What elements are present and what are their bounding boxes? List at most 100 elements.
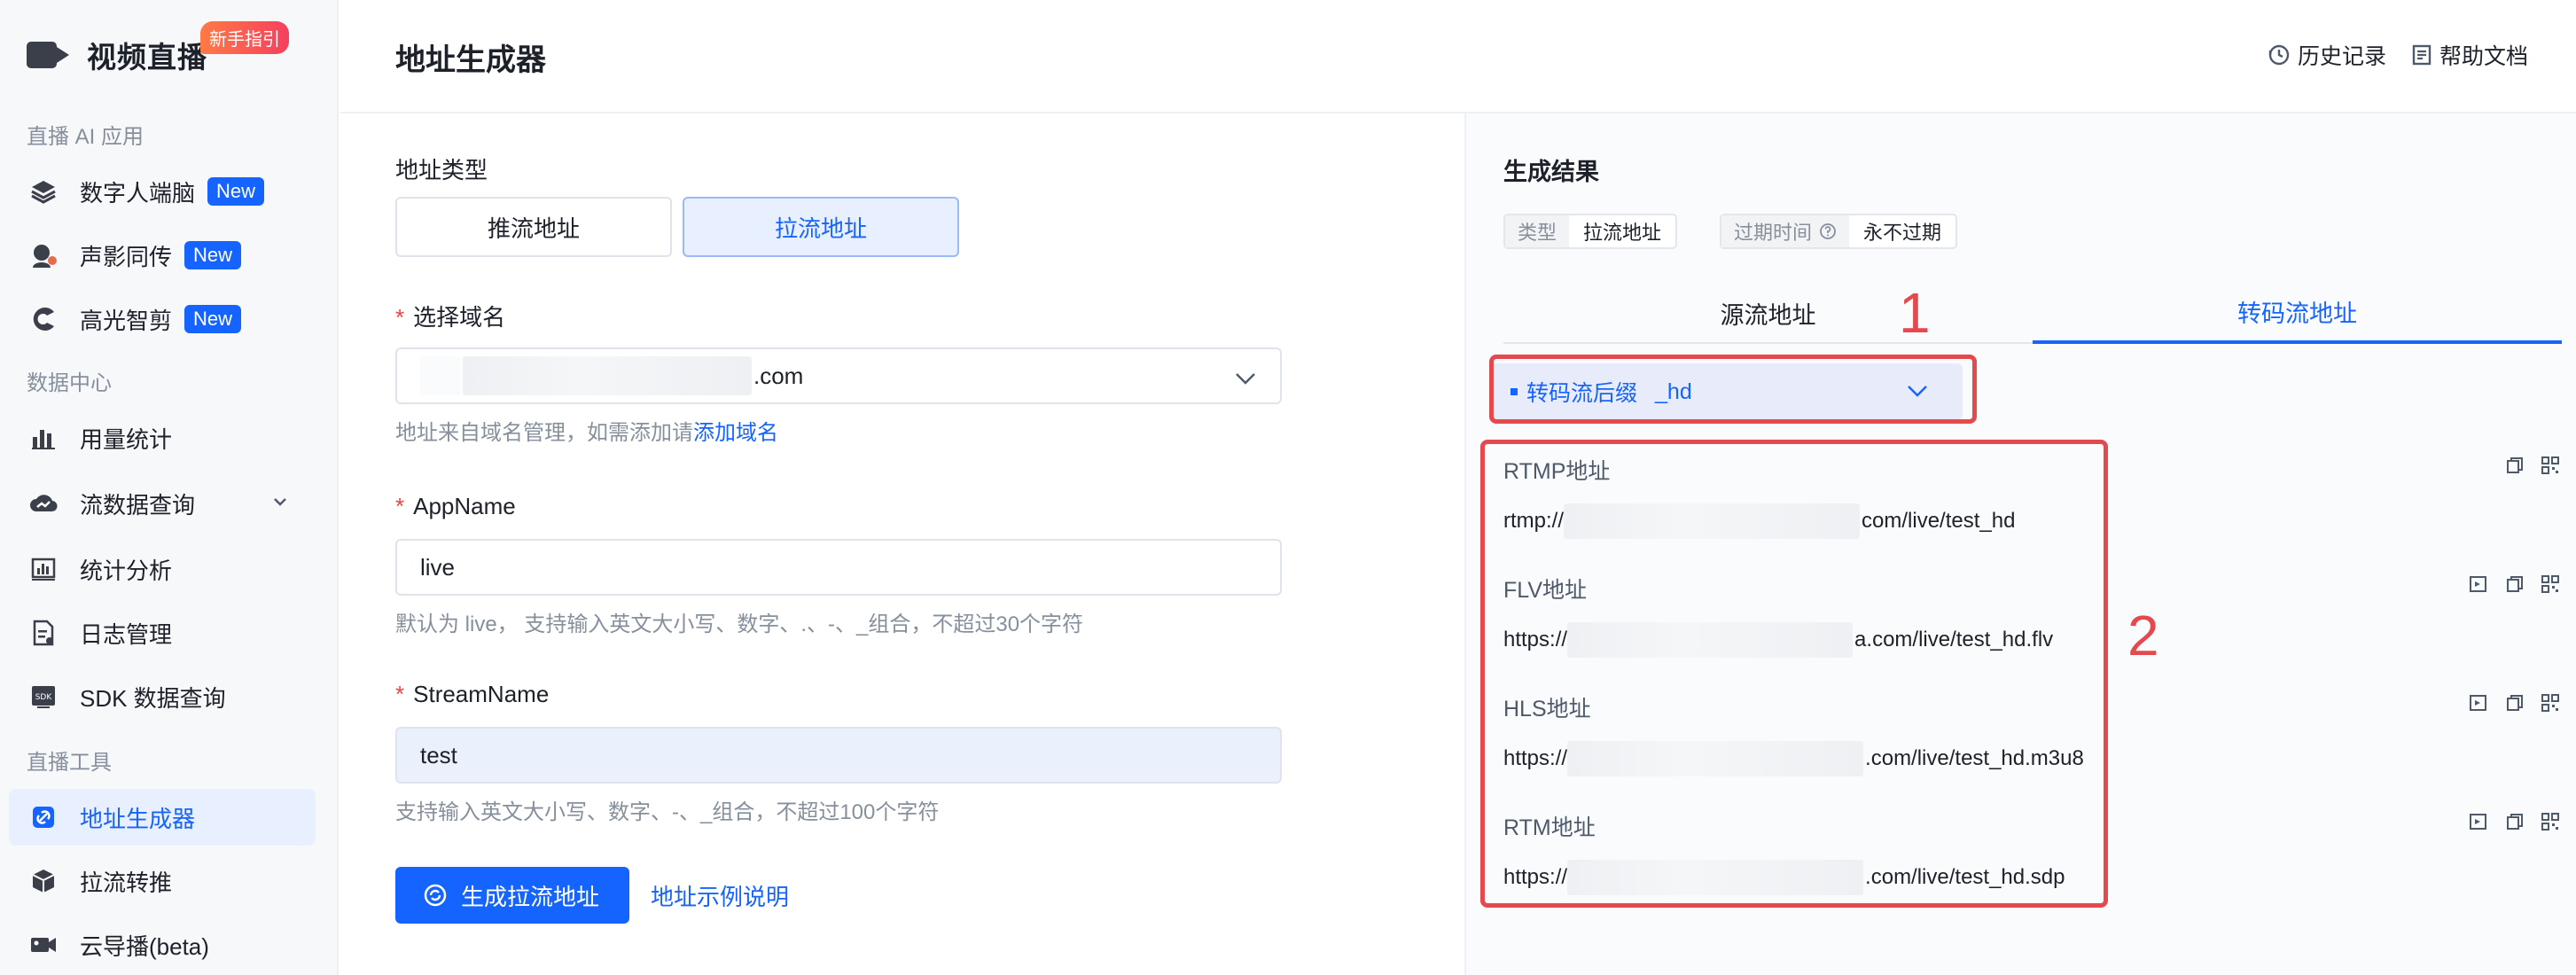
highlight-clip-icon (28, 304, 59, 334)
copy-icon[interactable] (2503, 810, 2526, 833)
required-mark: * (395, 681, 405, 707)
sidebar-item-stream-data[interactable]: 流数据查询 (9, 475, 316, 532)
sidebar-item-label: 数字人端脑 (80, 179, 196, 207)
address-example-link[interactable]: 地址示例说明 (651, 879, 789, 912)
brand[interactable]: 视频直播 (27, 34, 207, 76)
new-badge: New (184, 241, 242, 269)
play-icon[interactable] (2468, 573, 2491, 596)
sidebar-item-sdk-query[interactable]: SDK SDK 数据查询 (9, 668, 316, 725)
streamname-label-text: StreamName (413, 681, 550, 707)
chevron-down-icon (1234, 367, 1257, 394)
domain-label-text: 选择域名 (413, 304, 506, 331)
sidebar-item-voice-translate[interactable]: 声影同传 New (9, 227, 316, 284)
domain-select[interactable]: .com (395, 347, 1282, 404)
expire-tag: 过期时间 永不过期 (1720, 214, 1958, 249)
voice-avatar-icon (28, 240, 59, 270)
section-live-tools: 直播工具 (27, 751, 112, 775)
sidebar-item-address-generator[interactable]: 地址生成器 (9, 789, 316, 846)
sidebar-item-label: 用量统计 (80, 425, 173, 453)
required-mark: * (395, 493, 405, 519)
sidebar-item-label: 拉流转推 (80, 869, 173, 896)
url-actions (2503, 454, 2562, 477)
pull-address-option[interactable]: 拉流地址 (683, 197, 959, 257)
question-circle-icon[interactable] (1819, 222, 1837, 240)
copy-icon[interactable] (2503, 573, 2526, 596)
required-mark: * (395, 304, 405, 331)
url-actions (2468, 691, 2562, 714)
type-value: 拉流地址 (1583, 222, 1662, 244)
page-title: 地址生成器 (395, 43, 546, 77)
streamname-hint: 支持输入英文大小写、数字、-、_组合，不超过100个字符 (395, 800, 940, 824)
beginner-guide-badge[interactable]: 新手指引 (200, 21, 289, 54)
domain-suffix: .com (753, 362, 804, 389)
sidebar-item-cloud-director[interactable]: 云导播(beta) (9, 916, 316, 973)
cloud-data-icon (28, 488, 59, 519)
annotation-box-1 (1489, 355, 1977, 424)
tab-source-stream[interactable]: 源流地址 (1503, 282, 2033, 344)
appname-input[interactable]: live (395, 539, 1282, 596)
play-icon[interactable] (2468, 691, 2491, 714)
document-icon (2412, 44, 2432, 66)
streamname-input[interactable]: test (395, 727, 1282, 784)
appname-label: * AppName (395, 493, 516, 520)
sidebar-item-usage-stats[interactable]: 用量统计 (9, 410, 316, 466)
expire-value: 永不过期 (1863, 222, 1942, 244)
sidebar-item-label: 云导播(beta) (80, 932, 209, 960)
add-domain-link[interactable]: 添加域名 (693, 421, 778, 445)
history-clock-icon (2268, 44, 2290, 66)
svg-text:SDK: SDK (35, 693, 53, 702)
result-title: 生成结果 (1503, 159, 1599, 185)
domain-hint: 地址来自域名管理，如需添加请添加域名 (395, 421, 778, 445)
refresh-icon (424, 884, 447, 907)
chevron-down-icon[interactable] (271, 493, 289, 515)
help-docs-link[interactable]: 帮助文档 (2411, 39, 2528, 71)
section-ai-apps: 直播 AI 应用 (27, 125, 144, 149)
director-camera-icon (28, 930, 59, 960)
appname-label-text: AppName (413, 493, 516, 519)
play-icon[interactable] (2468, 810, 2491, 833)
sidebar-item-log-management[interactable]: 日志管理 (9, 604, 316, 661)
annotation-number-1: 1 (1899, 281, 1931, 345)
type-tag: 类型 拉流地址 (1503, 214, 1678, 249)
sidebar-item-label: SDK 数据查询 (80, 684, 226, 712)
sidebar-item-digital-human[interactable]: 数字人端脑 New (9, 163, 316, 220)
appname-hint: 默认为 live， 支持输入英文大小写、数字、.、-、_组合，不超过30个字符 (395, 612, 1084, 636)
sidebar-item-label: 日志管理 (80, 620, 173, 648)
annotation-number-2: 2 (2127, 604, 2159, 667)
layers-icon (28, 176, 59, 207)
result-tabs: 源流地址 转码流地址 (1503, 282, 2562, 344)
expire-key: 过期时间 (1721, 215, 1850, 247)
link-icon (28, 802, 59, 832)
history-link[interactable]: 历史记录 (2268, 39, 2386, 71)
sidebar-item-label: 高光智剪 (80, 307, 173, 334)
sidebar-item-pull-relay[interactable]: 拉流转推 (9, 853, 316, 909)
annotation-box-2 (1480, 440, 2108, 908)
qrcode-icon[interactable] (2539, 691, 2562, 714)
sidebar-item-label: 声影同传 (80, 243, 173, 270)
type-key: 类型 (1505, 215, 1570, 247)
sidebar-item-stat-analysis[interactable]: 统计分析 (9, 541, 316, 597)
qrcode-icon[interactable] (2539, 573, 2562, 596)
new-badge: New (184, 305, 242, 333)
qrcode-icon[interactable] (2539, 454, 2562, 477)
push-address-option[interactable]: 推流地址 (395, 197, 672, 257)
redacted-domain (463, 356, 752, 395)
streamname-label: * StreamName (395, 681, 549, 708)
copy-icon[interactable] (2503, 691, 2526, 714)
sidebar-item-label: 流数据查询 (80, 491, 196, 519)
copy-icon[interactable] (2503, 454, 2526, 477)
tab-transcode-stream[interactable]: 转码流地址 (2033, 282, 2562, 344)
sdk-icon: SDK (28, 682, 59, 712)
generate-button-label: 生成拉流地址 (461, 883, 600, 910)
history-label: 历史记录 (2298, 44, 2387, 69)
sidebar-item-label: 统计分析 (80, 557, 173, 584)
sidebar-item-highlight-clip[interactable]: 高光智剪 New (9, 291, 316, 347)
address-type-label: 地址类型 (395, 157, 488, 183)
generate-pull-address-button[interactable]: 生成拉流地址 (395, 867, 630, 924)
help-docs-label: 帮助文档 (2439, 44, 2529, 69)
relay-box-icon (28, 866, 59, 896)
domain-label: * 选择域名 (395, 300, 505, 332)
usage-chart-icon (28, 423, 59, 453)
section-data-center: 数据中心 (27, 371, 112, 395)
qrcode-icon[interactable] (2539, 810, 2562, 833)
